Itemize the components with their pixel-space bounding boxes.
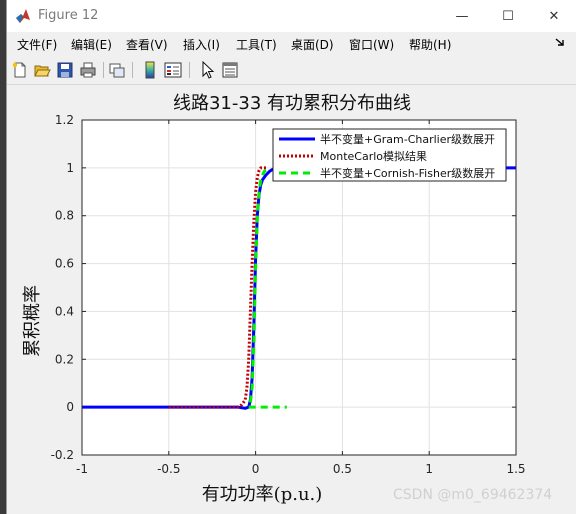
figure-window: Figure 12 — ☐ ✕ 文件(F) 编辑(E) 查看(V) 插入(I) … <box>6 0 576 514</box>
toolbar-separator <box>132 62 133 78</box>
toolbar-separator <box>189 62 190 78</box>
minimize-icon: — <box>455 8 469 24</box>
menu-edit[interactable]: 编辑(E) <box>71 36 112 53</box>
minimize-button[interactable]: — <box>439 0 485 32</box>
x-tick-label: 1 <box>425 462 433 476</box>
y-tick-label: 0.4 <box>55 304 74 318</box>
dock-arrow-icon[interactable] <box>555 37 565 47</box>
window-title: Figure 12 <box>38 8 99 23</box>
figure-canvas: 线路31-33 有功累积分布曲线 -1 -0.5 0 0.5 1 1.5 -0.2 0 0.2 0… <box>7 85 576 514</box>
insert-legend-icon[interactable] <box>164 61 182 79</box>
x-tick-label: -0.5 <box>157 462 180 476</box>
toolbar <box>7 56 576 85</box>
y-tick-label: 1.2 <box>55 113 74 127</box>
maximize-icon: ☐ <box>502 8 514 24</box>
y-tick-label: 0 <box>66 400 74 414</box>
close-icon: ✕ <box>548 8 560 24</box>
x-tick-label: 1.5 <box>506 462 525 476</box>
new-figure-icon[interactable] <box>11 61 29 79</box>
watermark: CSDN @m0_69462374 <box>393 487 553 503</box>
menu-window[interactable]: 窗口(W) <box>349 36 394 53</box>
x-tick-label: 0 <box>252 462 260 476</box>
plot-area[interactable]: -1 -0.5 0 0.5 1 1.5 -0.2 0 0.2 0.4 0.6 0.8 1 1.2 半不变量+… <box>7 85 576 514</box>
link-plot-icon[interactable] <box>108 61 126 79</box>
y-axis-label: 累积概率 <box>22 285 43 357</box>
y-tick-label: 0.8 <box>55 209 74 223</box>
menu-bar: 文件(F) 编辑(E) 查看(V) 插入(I) 工具(T) 桌面(D) 窗口(W… <box>7 32 576 54</box>
menu-view[interactable]: 查看(V) <box>126 36 168 53</box>
menu-insert[interactable]: 插入(I) <box>183 36 220 53</box>
legend-label-2: MonteCarlo模拟结果 <box>320 149 427 163</box>
maximize-button[interactable]: ☐ <box>485 0 531 32</box>
legend-label-3: 半不变量+Cornish-Fisher级数展开 <box>320 166 495 180</box>
y-tick-label: 0.6 <box>55 257 74 271</box>
menu-desktop[interactable]: 桌面(D) <box>291 36 334 53</box>
menu-help[interactable]: 帮助(H) <box>409 36 451 53</box>
save-icon[interactable] <box>56 61 74 79</box>
insert-colorbar-icon[interactable] <box>141 61 159 79</box>
y-tick-label: -0.2 <box>51 448 74 462</box>
close-button[interactable]: ✕ <box>531 0 576 32</box>
y-tick-label: 0.2 <box>55 352 74 366</box>
title-bar: Figure 12 — ☐ ✕ <box>7 0 576 32</box>
property-inspector-icon[interactable] <box>221 61 239 79</box>
x-tick-label: -1 <box>76 462 88 476</box>
x-tick-label: 0.5 <box>333 462 352 476</box>
print-icon[interactable] <box>79 61 97 79</box>
legend-label-1: 半不变量+Gram-Charlier级数展开 <box>320 132 495 146</box>
menu-tools[interactable]: 工具(T) <box>236 36 277 53</box>
edit-plot-arrow-icon[interactable] <box>199 61 217 79</box>
matlab-logo-icon <box>16 9 30 23</box>
open-file-icon[interactable] <box>33 61 51 79</box>
toolbar-separator <box>103 62 104 78</box>
y-tick-label: 1 <box>66 161 74 175</box>
menu-file[interactable]: 文件(F) <box>17 36 57 53</box>
